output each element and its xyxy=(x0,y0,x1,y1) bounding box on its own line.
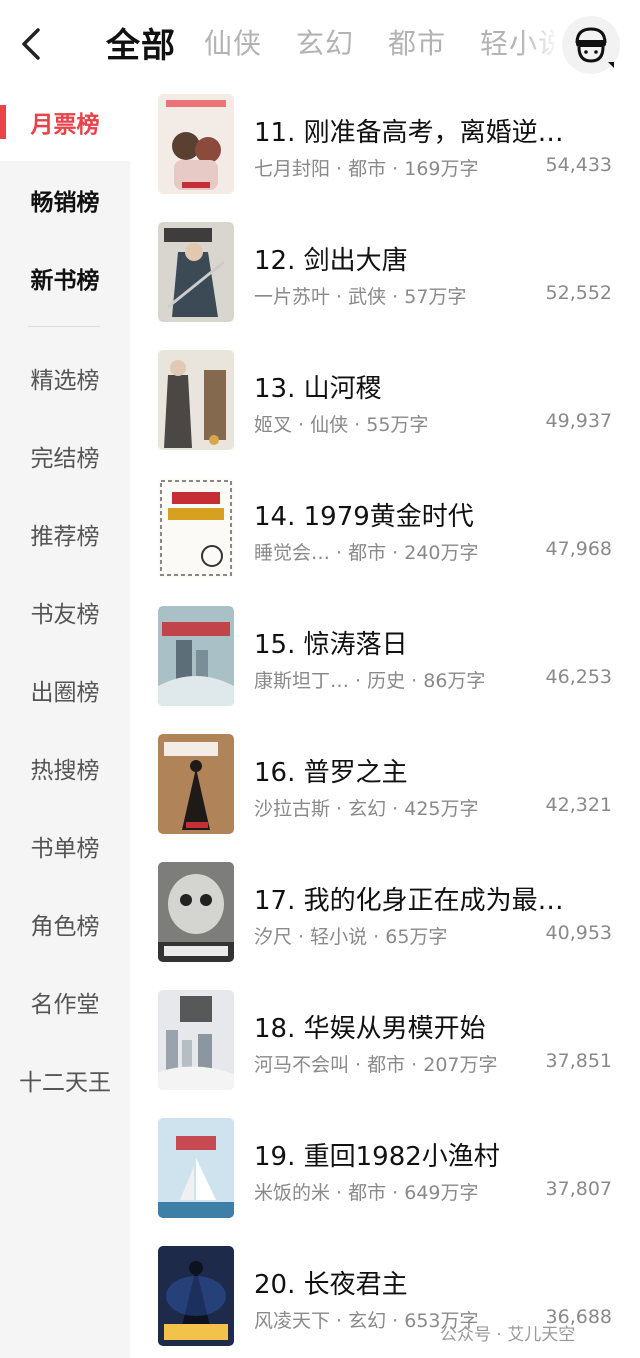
sidebar-item-label: 十二天王 xyxy=(19,1070,111,1096)
sidebar-item-bestseller[interactable]: 畅销榜 xyxy=(0,161,130,239)
book-cover xyxy=(158,990,234,1090)
book-meta: 睡觉会… · 都市 · 240万字 xyxy=(254,542,479,564)
sidebar-item-recommended[interactable]: 推荐榜 xyxy=(0,495,130,573)
list-item[interactable]: 16. 普罗之主 沙拉古斯 · 玄幻 · 425万字 42,321 xyxy=(130,734,640,862)
sidebar-item-label: 名作堂 xyxy=(30,992,100,1018)
tab-fade xyxy=(520,10,560,80)
sidebar-item-label: 热搜榜 xyxy=(30,758,100,784)
book-title: 19. 重回1982小渔村 xyxy=(254,1142,500,1172)
book-cover xyxy=(158,94,234,194)
sidebar-item-hot-search[interactable]: 热搜榜 xyxy=(0,729,130,807)
book-cover xyxy=(158,862,234,962)
tab-dushi[interactable]: 都市 xyxy=(388,22,446,62)
sidebar-item-label: 畅销榜 xyxy=(30,190,100,216)
book-title: 16. 普罗之主 xyxy=(254,758,408,788)
monthly-votes: 49,937 xyxy=(545,410,612,432)
list-item[interactable]: 14. 1979黄金时代 睡觉会… · 都市 · 240万字 47,968 xyxy=(130,478,640,606)
tab-xuanhuan[interactable]: 玄幻 xyxy=(296,22,354,62)
sidebar-item-hall-of-fame[interactable]: 名作堂 xyxy=(0,963,130,1041)
user-avatar-button[interactable] xyxy=(562,16,620,74)
book-meta: 汐尺 · 轻小说 · 65万字 xyxy=(254,926,448,948)
sidebar-item-featured[interactable]: 精选榜 xyxy=(0,339,130,417)
sidebar-item-twelve-kings[interactable]: 十二天王 xyxy=(0,1041,130,1119)
category-tabs: 全部 仙侠 玄幻 都市 轻小说 xyxy=(100,0,555,88)
tab-all[interactable]: 全部 xyxy=(106,18,176,67)
monthly-votes: 54,433 xyxy=(545,154,612,176)
sidebar-item-breakout[interactable]: 出圈榜 xyxy=(0,651,130,729)
sidebar-item-completed[interactable]: 完结榜 xyxy=(0,417,130,495)
list-item[interactable]: 17. 我的化身正在成为最… 汐尺 · 轻小说 · 65万字 40,953 xyxy=(130,862,640,990)
list-item[interactable]: 19. 重回1982小渔村 米饭的米 · 都市 · 649万字 37,807 xyxy=(130,1118,640,1246)
book-cover xyxy=(158,734,234,834)
book-cover xyxy=(158,350,234,450)
monthly-votes: 47,968 xyxy=(545,538,612,560)
book-meta: 康斯坦丁… · 历史 · 86万字 xyxy=(254,670,486,692)
list-item[interactable]: 18. 华娱从男模开始 河马不会叫 · 都市 · 207万字 37,851 xyxy=(130,990,640,1118)
list-item[interactable]: 13. 山河稷 姬叉 · 仙侠 · 55万字 49,937 xyxy=(130,350,640,478)
book-meta: 姬叉 · 仙侠 · 55万字 xyxy=(254,414,429,436)
book-meta: 米饭的米 · 都市 · 649万字 xyxy=(254,1182,479,1204)
monthly-votes: 42,321 xyxy=(545,794,612,816)
book-meta: 沙拉古斯 · 玄幻 · 425万字 xyxy=(254,798,479,820)
book-title: 15. 惊涛落日 xyxy=(254,630,408,660)
book-meta: 河马不会叫 · 都市 · 207万字 xyxy=(254,1054,498,1076)
list-item[interactable]: 12. 剑出大唐 一片苏叶 · 武侠 · 57万字 52,552 xyxy=(130,222,640,350)
book-title: 12. 剑出大唐 xyxy=(254,246,408,276)
book-meta: 一片苏叶 · 武侠 · 57万字 xyxy=(254,286,467,308)
back-button[interactable] xyxy=(14,22,48,66)
monthly-votes: 40,953 xyxy=(545,922,612,944)
monthly-votes: 46,253 xyxy=(545,666,612,688)
sidebar-item-label: 书友榜 xyxy=(30,602,100,628)
book-title: 14. 1979黄金时代 xyxy=(254,502,474,532)
top-bar: 全部 仙侠 玄幻 都市 轻小说 xyxy=(0,0,640,88)
book-title: 18. 华娱从男模开始 xyxy=(254,1014,486,1044)
sidebar-item-monthly-ticket[interactable]: 月票榜 xyxy=(0,83,130,161)
sidebar-item-label: 新书榜 xyxy=(30,268,100,294)
tab-xianxia[interactable]: 仙侠 xyxy=(204,22,262,62)
sidebar-divider xyxy=(28,326,100,327)
sidebar-item-label: 完结榜 xyxy=(30,446,100,472)
list-item[interactable]: 15. 惊涛落日 康斯坦丁… · 历史 · 86万字 46,253 xyxy=(130,606,640,734)
book-ranking-list: 11. 刚准备高考，离婚逆… 七月封阳 · 都市 · 169万字 54,433 … xyxy=(130,88,640,1358)
sidebar-item-label: 书单榜 xyxy=(30,836,100,862)
chevron-left-icon xyxy=(22,28,40,60)
sidebar-item-label: 月票榜 xyxy=(30,112,100,138)
book-cover xyxy=(158,1118,234,1218)
book-meta: 七月封阳 · 都市 · 169万字 xyxy=(254,158,479,180)
book-title: 20. 长夜君主 xyxy=(254,1270,408,1300)
sidebar-item-label: 出圈榜 xyxy=(30,680,100,706)
sidebar-item-new-books[interactable]: 新书榜 xyxy=(0,239,130,317)
sidebar-item-label: 推荐榜 xyxy=(30,524,100,550)
active-indicator xyxy=(0,105,6,139)
sidebar-item-reader-friends[interactable]: 书友榜 xyxy=(0,573,130,651)
monthly-votes: 37,851 xyxy=(545,1050,612,1072)
book-title: 13. 山河稷 xyxy=(254,374,382,404)
sidebar-item-label: 精选榜 xyxy=(30,368,100,394)
sidebar-item-booklist[interactable]: 书单榜 xyxy=(0,807,130,885)
sidebar-item-label: 角色榜 xyxy=(30,914,100,940)
book-title: 17. 我的化身正在成为最… xyxy=(254,886,564,916)
book-cover xyxy=(158,1246,234,1346)
watermark: 公众号 · 艾儿天空 xyxy=(440,1325,576,1345)
monthly-votes: 37,807 xyxy=(545,1178,612,1200)
avatar-icon xyxy=(575,27,614,68)
monthly-votes: 52,552 xyxy=(545,282,612,304)
book-cover xyxy=(158,606,234,706)
book-title: 11. 刚准备高考，离婚逆… xyxy=(254,118,564,148)
book-cover xyxy=(158,478,234,578)
sidebar-item-character[interactable]: 角色榜 xyxy=(0,885,130,963)
ranking-sidebar: 月票榜 畅销榜 新书榜 精选榜 完结榜 推荐榜 书友榜 出圈榜 热搜榜 书单榜 … xyxy=(0,83,130,1358)
book-cover xyxy=(158,222,234,322)
list-item[interactable]: 11. 刚准备高考，离婚逆… 七月封阳 · 都市 · 169万字 54,433 xyxy=(130,94,640,222)
